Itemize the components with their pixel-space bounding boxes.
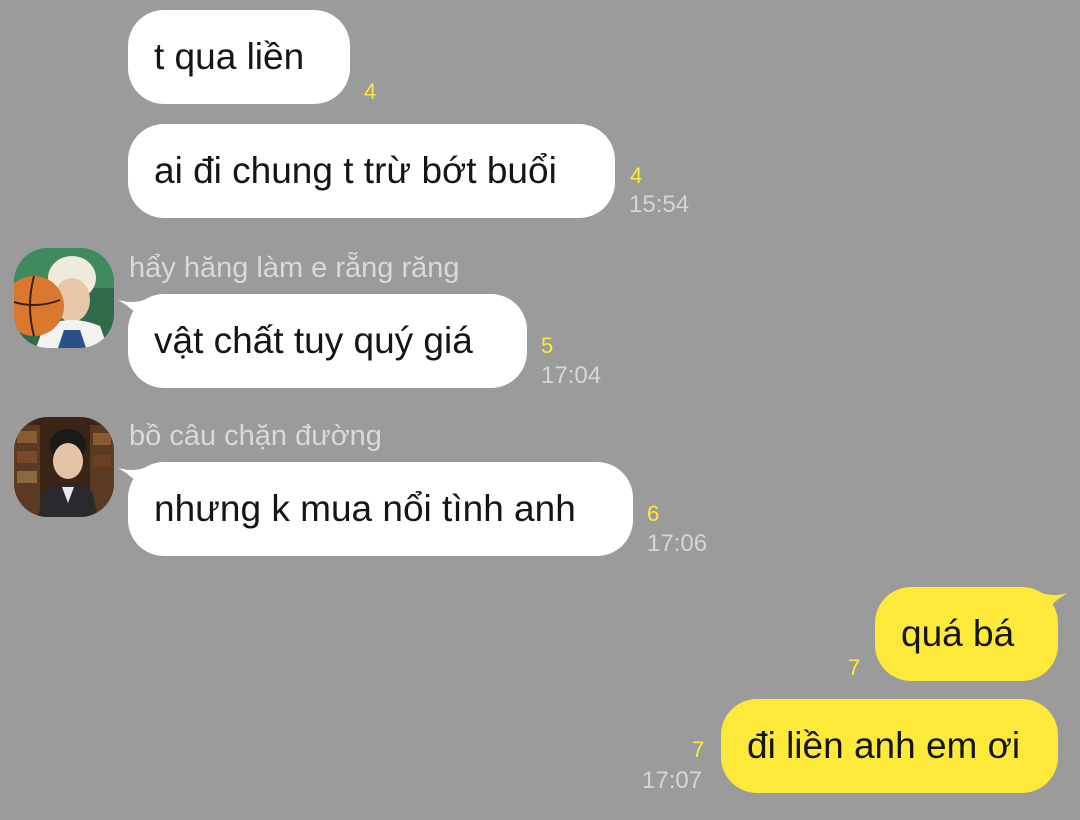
message-timestamp: 15:54 <box>629 191 690 218</box>
library-user-avatar[interactable] <box>14 417 114 517</box>
outgoing-message-bubble[interactable]: đi liền anh em ơi <box>721 699 1058 793</box>
message-bubble[interactable]: t qua liền <box>128 10 350 104</box>
message-text: quá bá <box>901 613 1015 654</box>
outgoing-message-bubble[interactable]: quá bá <box>875 587 1068 681</box>
basketball-user-avatar[interactable] <box>14 248 114 348</box>
bubble-tail <box>1042 593 1068 617</box>
message-bubble[interactable]: nhưng k mua nổi tình anh <box>118 462 633 556</box>
bubble-tail <box>118 300 144 324</box>
sender-name: hẩy hăng làm e rẵng răng <box>129 252 460 284</box>
unread-count: 7 <box>848 655 861 680</box>
message-text: t qua liền <box>154 36 305 77</box>
message-text: đi liền anh em ơi <box>747 725 1021 766</box>
message-text: ai đi chung t trừ bớt buổi <box>154 150 557 191</box>
message-bubble[interactable]: vật chất tuy quý giá <box>118 294 527 388</box>
message-bubble[interactable]: ai đi chung t trừ bớt buổi <box>128 124 615 218</box>
message-text: nhưng k mua nổi tình anh <box>154 488 576 529</box>
unread-count: 7 <box>692 737 705 762</box>
unread-count: 4 <box>364 79 377 104</box>
message-timestamp: 17:06 <box>647 530 708 557</box>
message-timestamp: 17:04 <box>541 362 602 389</box>
unread-count: 5 <box>541 333 554 358</box>
message-timestamp: 17:07 <box>642 767 703 794</box>
sender-name: bồ câu chặn đường <box>129 420 382 452</box>
bubble-tail <box>118 468 144 492</box>
unread-count: 4 <box>630 163 643 188</box>
unread-count: 6 <box>647 501 660 526</box>
message-text: vật chất tuy quý giá <box>154 320 473 361</box>
